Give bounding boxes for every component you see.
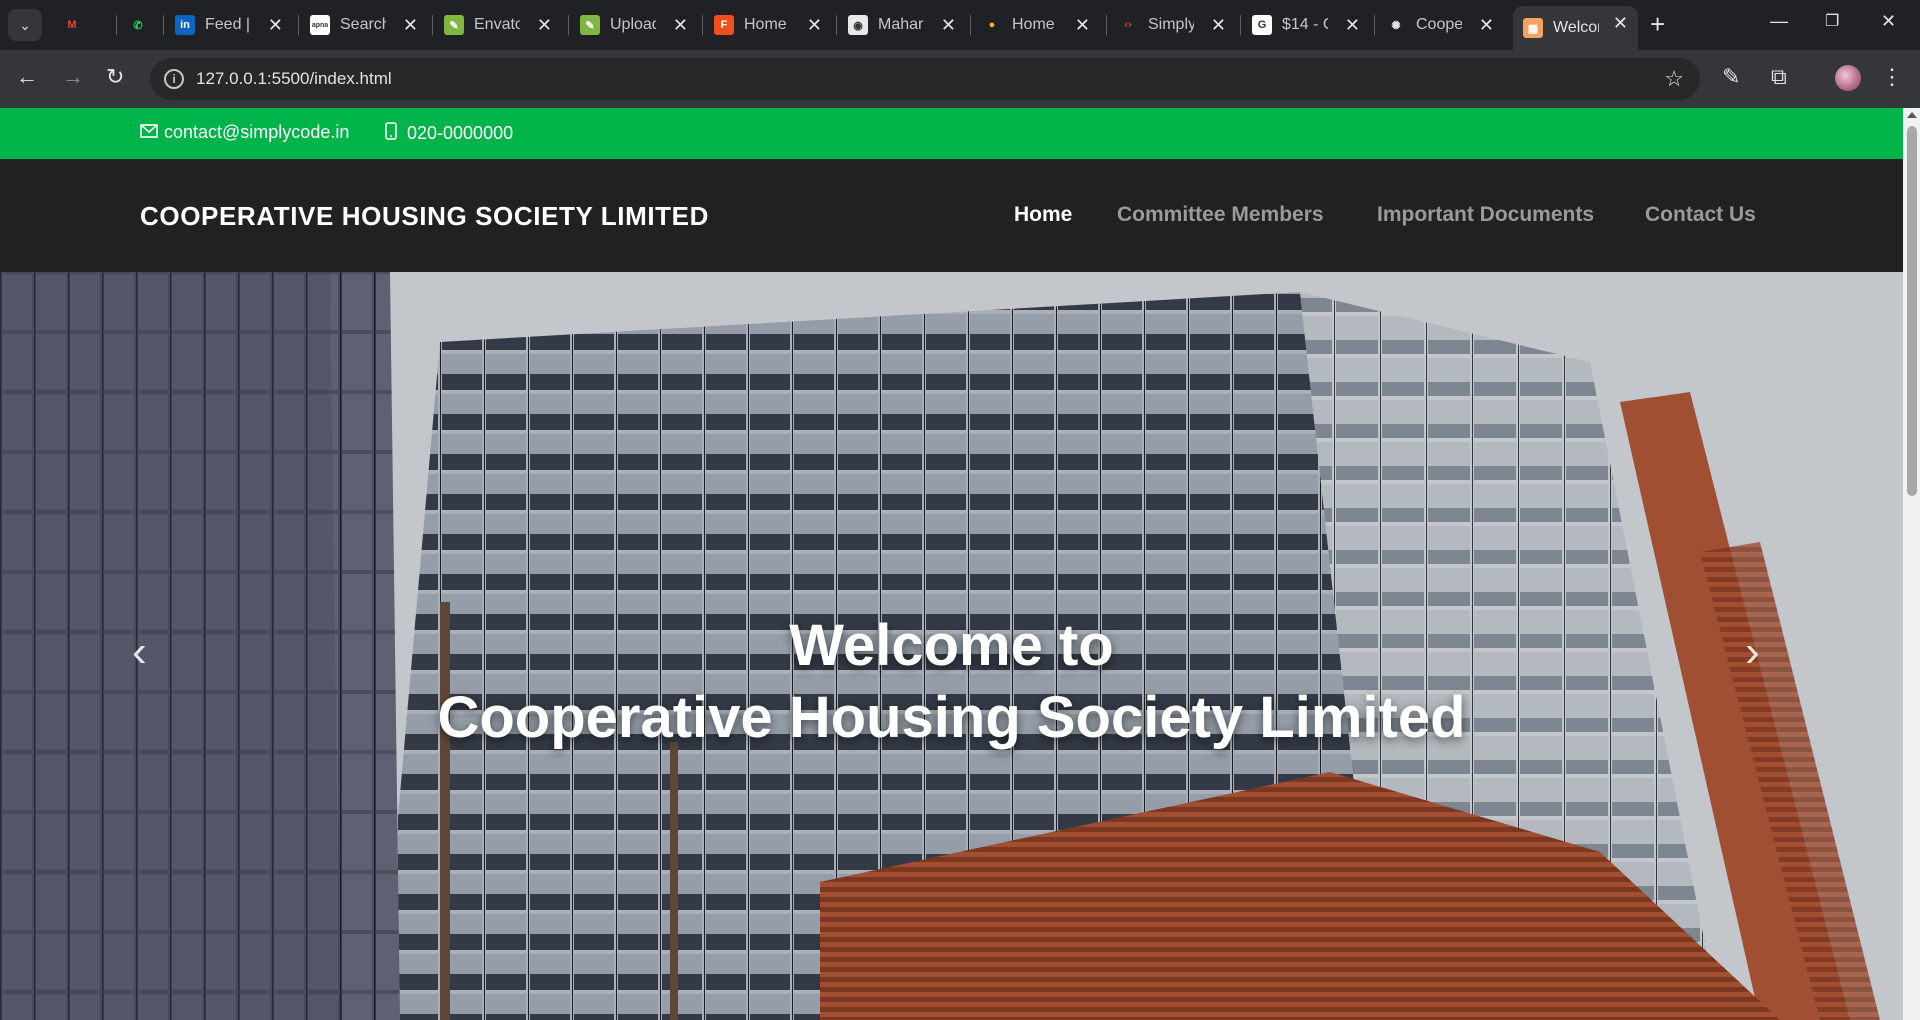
tab-separator: [1240, 15, 1241, 35]
scroll-thumb[interactable]: [1907, 126, 1917, 496]
tab-title: Simply: [1148, 16, 1194, 33]
eyedropper-icon[interactable]: ✎: [1722, 66, 1740, 88]
browser-tab[interactable]: ▦ Welcon ✕: [1513, 6, 1638, 50]
tab-separator: [116, 15, 117, 35]
tab-strip: ⌄ M ✆ in Feed | L ✕ apna Search ✕ ✎ Envato ✕ ✎ Uploa…: [0, 0, 1920, 50]
close-icon[interactable]: ✕: [807, 16, 822, 34]
email-text: contact@simplycode.in: [164, 122, 350, 142]
site-info-icon[interactable]: i: [164, 69, 184, 89]
minimize-button[interactable]: —: [1770, 11, 1788, 32]
window-close-button[interactable]: ✕: [1881, 11, 1896, 32]
chevron-down-icon: ⌄: [19, 16, 31, 33]
tab-title: Home: [744, 16, 787, 33]
google-icon: G: [1252, 15, 1272, 35]
close-icon[interactable]: ✕: [1613, 14, 1628, 32]
envelope-icon: [140, 122, 158, 143]
forward-button[interactable]: →: [62, 66, 84, 88]
close-icon[interactable]: ✕: [673, 16, 688, 34]
tab-title: Mahar: [878, 16, 924, 33]
whatsapp-icon: ✆: [133, 19, 143, 32]
phone-icon: [385, 122, 397, 145]
simplycode-icon: ‹›: [1124, 19, 1132, 31]
tab-separator: [1374, 15, 1375, 35]
browser-tab[interactable]: ✺ Coope ✕: [1376, 8, 1504, 42]
hero-carousel: ‹ › Welcome to Cooperative Housing Socie…: [0, 272, 1903, 1020]
tab-separator: [836, 15, 837, 35]
topbar-email[interactable]: contact@simplycode.in: [140, 122, 349, 143]
browser-toolbar: ← → ↻ i 127.0.0.1:5500/index.html ☆ ✎ ⧉ …: [0, 50, 1920, 108]
tab-separator: [1106, 15, 1107, 35]
tab-title: Upload: [610, 16, 656, 33]
envato-icon: ✎: [444, 15, 464, 35]
linkedin-icon: in: [175, 15, 195, 35]
tab-title: $14 - G: [1282, 16, 1328, 33]
apna-icon: apna: [310, 15, 330, 35]
tab-separator: [568, 15, 569, 35]
new-tab-button[interactable]: +: [1650, 11, 1665, 37]
tab-separator: [970, 15, 971, 35]
browser-tab[interactable]: G $14 - G ✕: [1242, 8, 1370, 42]
close-icon[interactable]: ✕: [1211, 16, 1226, 34]
openai-icon: ✺: [1391, 19, 1401, 32]
gmail-icon: M: [67, 19, 77, 31]
nav-link-important-documents[interactable]: Important Documents: [1377, 203, 1594, 227]
close-icon[interactable]: ✕: [941, 16, 956, 34]
browser-tab[interactable]: in Feed | L ✕: [165, 8, 293, 42]
bookmark-star-icon[interactable]: ☆: [1664, 66, 1684, 92]
site-navbar: COOPERATIVE HOUSING SOCIETY LIMITED Home…: [0, 159, 1903, 272]
close-icon[interactable]: ✕: [403, 16, 418, 34]
sun-icon: ●: [988, 19, 996, 31]
address-bar[interactable]: i 127.0.0.1:5500/index.html ☆: [150, 58, 1700, 100]
close-icon[interactable]: ✕: [537, 16, 552, 34]
site-icon: ▦: [1523, 18, 1543, 38]
tab-separator: [298, 15, 299, 35]
restore-button[interactable]: ❐: [1825, 11, 1839, 31]
envato-icon: ✎: [580, 15, 600, 35]
site-brand[interactable]: COOPERATIVE HOUSING SOCIETY LIMITED: [140, 201, 709, 232]
tab-title: Feed | L: [205, 16, 251, 33]
page-scrollbar[interactable]: [1903, 108, 1920, 1020]
close-icon[interactable]: ✕: [1075, 16, 1090, 34]
browser-tab[interactable]: apna Search ✕: [300, 8, 428, 42]
close-icon[interactable]: ✕: [268, 16, 283, 34]
figma-icon: F: [714, 15, 734, 35]
phone-text: 020-0000000: [407, 123, 514, 143]
close-icon[interactable]: ✕: [1345, 16, 1360, 34]
topbar-phone[interactable]: 020-0000000: [385, 122, 513, 145]
tab-separator: [163, 15, 164, 35]
tab-search-button[interactable]: ⌄: [8, 9, 42, 41]
tab-title: Welcon: [1553, 19, 1599, 36]
nav-link-contact-us[interactable]: Contact Us: [1645, 203, 1756, 227]
browser-tab[interactable]: F Home ✕: [704, 8, 832, 42]
page-viewport: contact@simplycode.in 020-0000000 COOPER…: [0, 108, 1920, 1020]
tab-separator: [702, 15, 703, 35]
nav-link-committee-members[interactable]: Committee Members: [1117, 203, 1324, 227]
browser-tab[interactable]: ✎ Upload ✕: [570, 8, 698, 42]
browser-tab[interactable]: ‹› Simply ✕: [1108, 8, 1236, 42]
browser-tab[interactable]: ✎ Envato ✕: [434, 8, 562, 42]
hero-caption: Welcome to Cooperative Housing Society L…: [0, 610, 1903, 754]
tab-title: Home: [1012, 16, 1055, 33]
url-text[interactable]: 127.0.0.1:5500/index.html: [196, 69, 392, 89]
emblem-icon: ◉: [848, 15, 868, 35]
scroll-up-arrow-icon[interactable]: [1907, 112, 1917, 118]
tab-title: Envato: [474, 16, 520, 33]
extensions-icon[interactable]: ⧉: [1771, 66, 1787, 88]
back-button[interactable]: ←: [16, 66, 38, 88]
browser-tab[interactable]: ◉ Mahar ✕: [838, 8, 966, 42]
hero-title-line1: Welcome to: [789, 613, 1114, 678]
reload-button[interactable]: ↻: [106, 66, 124, 88]
browser-tab[interactable]: ✆: [118, 8, 162, 42]
nav-link-home[interactable]: Home: [1014, 203, 1072, 227]
close-icon[interactable]: ✕: [1479, 16, 1494, 34]
profile-avatar[interactable]: [1835, 65, 1861, 91]
browser-tab[interactable]: M: [52, 8, 96, 42]
menu-dots-icon[interactable]: ⋮: [1881, 66, 1903, 88]
tab-title: Search: [340, 16, 386, 33]
browser-tab[interactable]: ● Home ✕: [972, 8, 1100, 42]
hero-title-line2: Cooperative Housing Society Limited: [437, 685, 1466, 750]
tab-separator: [432, 15, 433, 35]
contact-topbar: contact@simplycode.in 020-0000000: [0, 108, 1903, 159]
tab-title: Coope: [1416, 16, 1462, 33]
